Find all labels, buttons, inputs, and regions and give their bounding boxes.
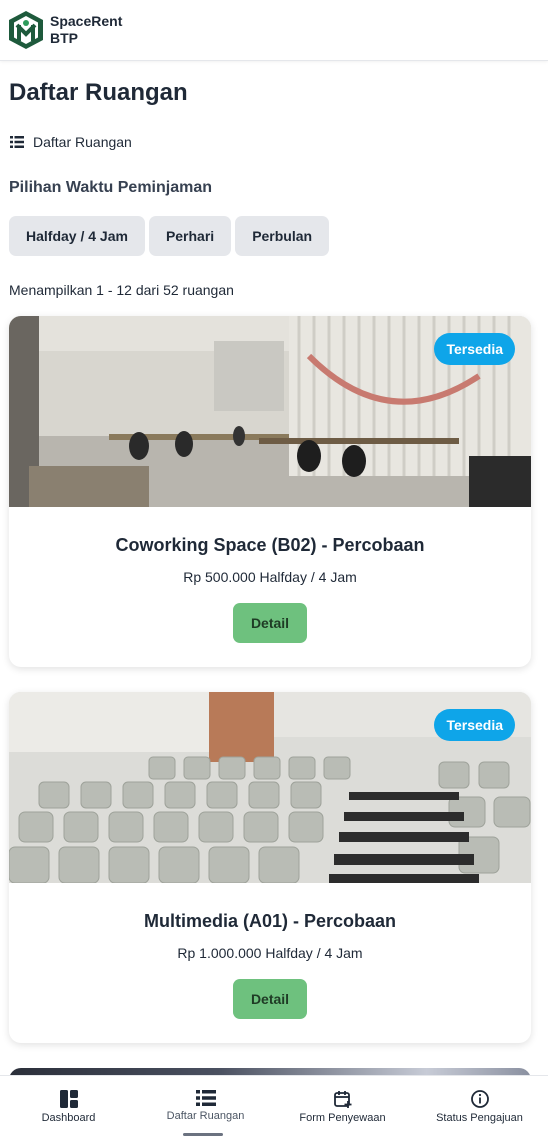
filter-perhari-button[interactable]: Perhari — [148, 216, 232, 256]
brand-line-2: BTP — [50, 30, 78, 46]
room-card: Tersedia Coworking Space (B02) - Percoba… — [9, 316, 531, 667]
room-name: Multimedia (A01) - Percobaan — [143, 911, 397, 931]
nav-status-pengajuan-label: Status Pengajuan — [436, 1112, 523, 1124]
brand-line-1: SpaceRent — [50, 13, 123, 29]
nav-form-penyewaan[interactable]: Form Penyewaan — [274, 1076, 411, 1139]
list-icon — [195, 1090, 216, 1106]
top-bar: SpaceRent BTP — [0, 0, 548, 61]
detail-button[interactable]: Detail — [233, 979, 307, 1019]
breadcrumb-label: Daftar Ruangan — [33, 134, 132, 150]
spacerent-logo-icon[interactable] — [8, 10, 44, 50]
nav-daftar-ruangan[interactable]: Daftar Ruangan — [137, 1076, 274, 1139]
breadcrumb: Daftar Ruangan — [10, 134, 132, 150]
list-icon — [10, 136, 24, 148]
result-count: Menampilkan 1 - 12 dari 52 ruangan — [9, 282, 234, 298]
nav-status-pengajuan[interactable]: Status Pengajuan — [411, 1076, 548, 1139]
brand-name: SpaceRent BTP — [50, 13, 122, 47]
room-price: Rp 500.000 Halfday / 4 Jam — [183, 569, 357, 585]
nav-dashboard-label: Dashboard — [41, 1112, 96, 1124]
calendar-plus-icon — [333, 1091, 351, 1108]
room-price: Rp 1.000.000 Halfday / 4 Jam — [177, 945, 363, 961]
availability-badge: Tersedia — [434, 333, 515, 365]
room-name: Coworking Space (B02) - Percobaan — [115, 535, 425, 555]
room-card: Tersedia Multimedia (A01) - Percobaan Rp… — [9, 692, 531, 1043]
page-title: Daftar Ruangan — [9, 79, 188, 106]
bottom-navigation: Dashboard Daftar Ruangan Form Penyewaan … — [0, 1075, 548, 1139]
availability-badge: Tersedia — [434, 709, 515, 741]
nav-daftar-ruangan-label: Daftar Ruangan — [166, 1110, 245, 1122]
rental-period-label: Pilihan Waktu Peminjaman — [9, 179, 213, 196]
room-photo[interactable]: Tersedia — [9, 692, 531, 883]
detail-button[interactable]: Detail — [233, 603, 307, 643]
nav-form-penyewaan-label: Form Penyewaan — [299, 1112, 386, 1124]
filter-perbulan-button[interactable]: Perbulan — [235, 216, 330, 256]
room-photo[interactable]: Tersedia — [9, 316, 531, 507]
nav-dashboard[interactable]: Dashboard — [0, 1076, 137, 1139]
filter-halfday-button[interactable]: Halfday / 4 Jam — [9, 216, 145, 256]
active-tab-indicator — [183, 1133, 223, 1136]
rental-period-filters: Halfday / 4 Jam Perhari Perbulan — [9, 216, 330, 256]
info-icon — [470, 1090, 489, 1108]
dashboard-icon — [59, 1090, 78, 1108]
